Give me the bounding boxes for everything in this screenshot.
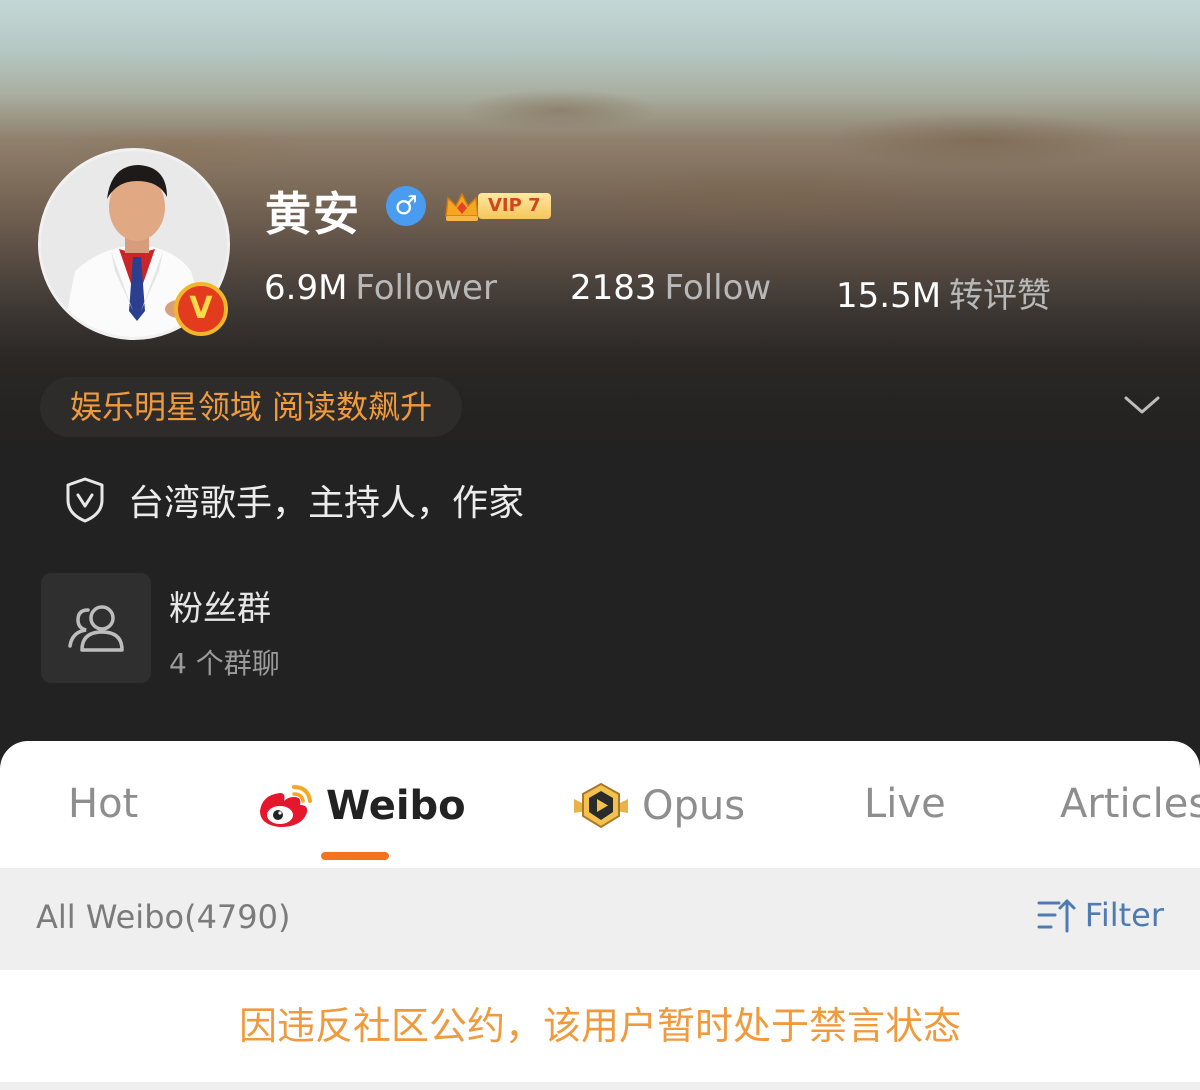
bio-text: 台湾歌手，主持人，作家 (128, 483, 525, 524)
stat-value: 2183 (570, 268, 657, 308)
avatar-container[interactable]: V (38, 148, 230, 340)
tab-live[interactable]: Live (864, 781, 946, 827)
crown-icon (445, 192, 479, 221)
tab-label: Articles (1060, 781, 1200, 827)
fan-group-subtitle: 4 个群聊 (169, 647, 280, 680)
stat-label: 转评赞 (949, 276, 1052, 316)
verified-v-badge-icon: V (174, 282, 228, 336)
gender-male-icon: ♂ (386, 186, 426, 226)
fan-group-title: 粉丝群 (169, 589, 271, 629)
tab-hot[interactable]: Hot (68, 781, 138, 827)
fan-group-icon-box (41, 573, 151, 683)
opus-play-icon (574, 782, 628, 829)
stat-followers[interactable]: 6.9M Follower (264, 268, 497, 308)
shield-verified-icon (66, 477, 104, 523)
tab-label: Weibo (326, 783, 466, 829)
weibo-logo-icon (260, 785, 312, 827)
weibo-count-label[interactable]: All Weibo(4790) (36, 898, 290, 936)
bottom-divider (0, 1082, 1200, 1090)
muted-notice-row: 因违反社区公约，该用户暂时处于禁言状态 (0, 970, 1200, 1082)
stat-reposts-comments-likes[interactable]: 15.5M 转评赞 (836, 268, 1051, 317)
vip-level-label: VIP 7 (478, 193, 551, 219)
content-sheet: Hot Weibo Opus Live Articles All Weibo(4… (0, 741, 1200, 1090)
stat-value: 15.5M (836, 276, 942, 316)
active-tab-indicator (321, 852, 389, 860)
tab-opus[interactable]: Opus (572, 781, 745, 831)
profile-name: 黄安 (265, 187, 361, 241)
muted-notice-text: 因违反社区公约，该用户暂时处于禁言状态 (238, 1004, 961, 1048)
tab-weibo[interactable]: Weibo (256, 781, 466, 831)
domain-tag-pill[interactable]: 娱乐明星领域 阅读数飙升 (40, 377, 463, 437)
chevron-down-icon[interactable] (1122, 392, 1162, 418)
stat-value: 6.9M (264, 268, 348, 308)
stat-following[interactable]: 2183 Follow (570, 268, 771, 308)
verification-bio-row: 台湾歌手，主持人，作家 (64, 474, 524, 526)
tab-articles[interactable]: Articles (1060, 781, 1200, 827)
filter-sort-icon (1037, 899, 1076, 933)
vip-badge[interactable]: VIP 7 (442, 186, 551, 226)
filter-label: Filter (1084, 896, 1164, 934)
group-users-icon (68, 605, 124, 652)
tab-label: Live (864, 781, 946, 827)
fan-group-card[interactable]: 粉丝群 4 个群聊 (41, 573, 280, 683)
feed-filter-bar: All Weibo(4790) Filter (0, 868, 1200, 970)
stat-label: Follower (355, 268, 497, 308)
tab-label: Hot (68, 781, 139, 827)
stat-label: Follow (664, 268, 772, 308)
profile-tabs: Hot Weibo Opus Live Articles (0, 741, 1200, 867)
filter-button[interactable]: Filter (1037, 896, 1164, 934)
tab-label: Opus (642, 783, 746, 829)
